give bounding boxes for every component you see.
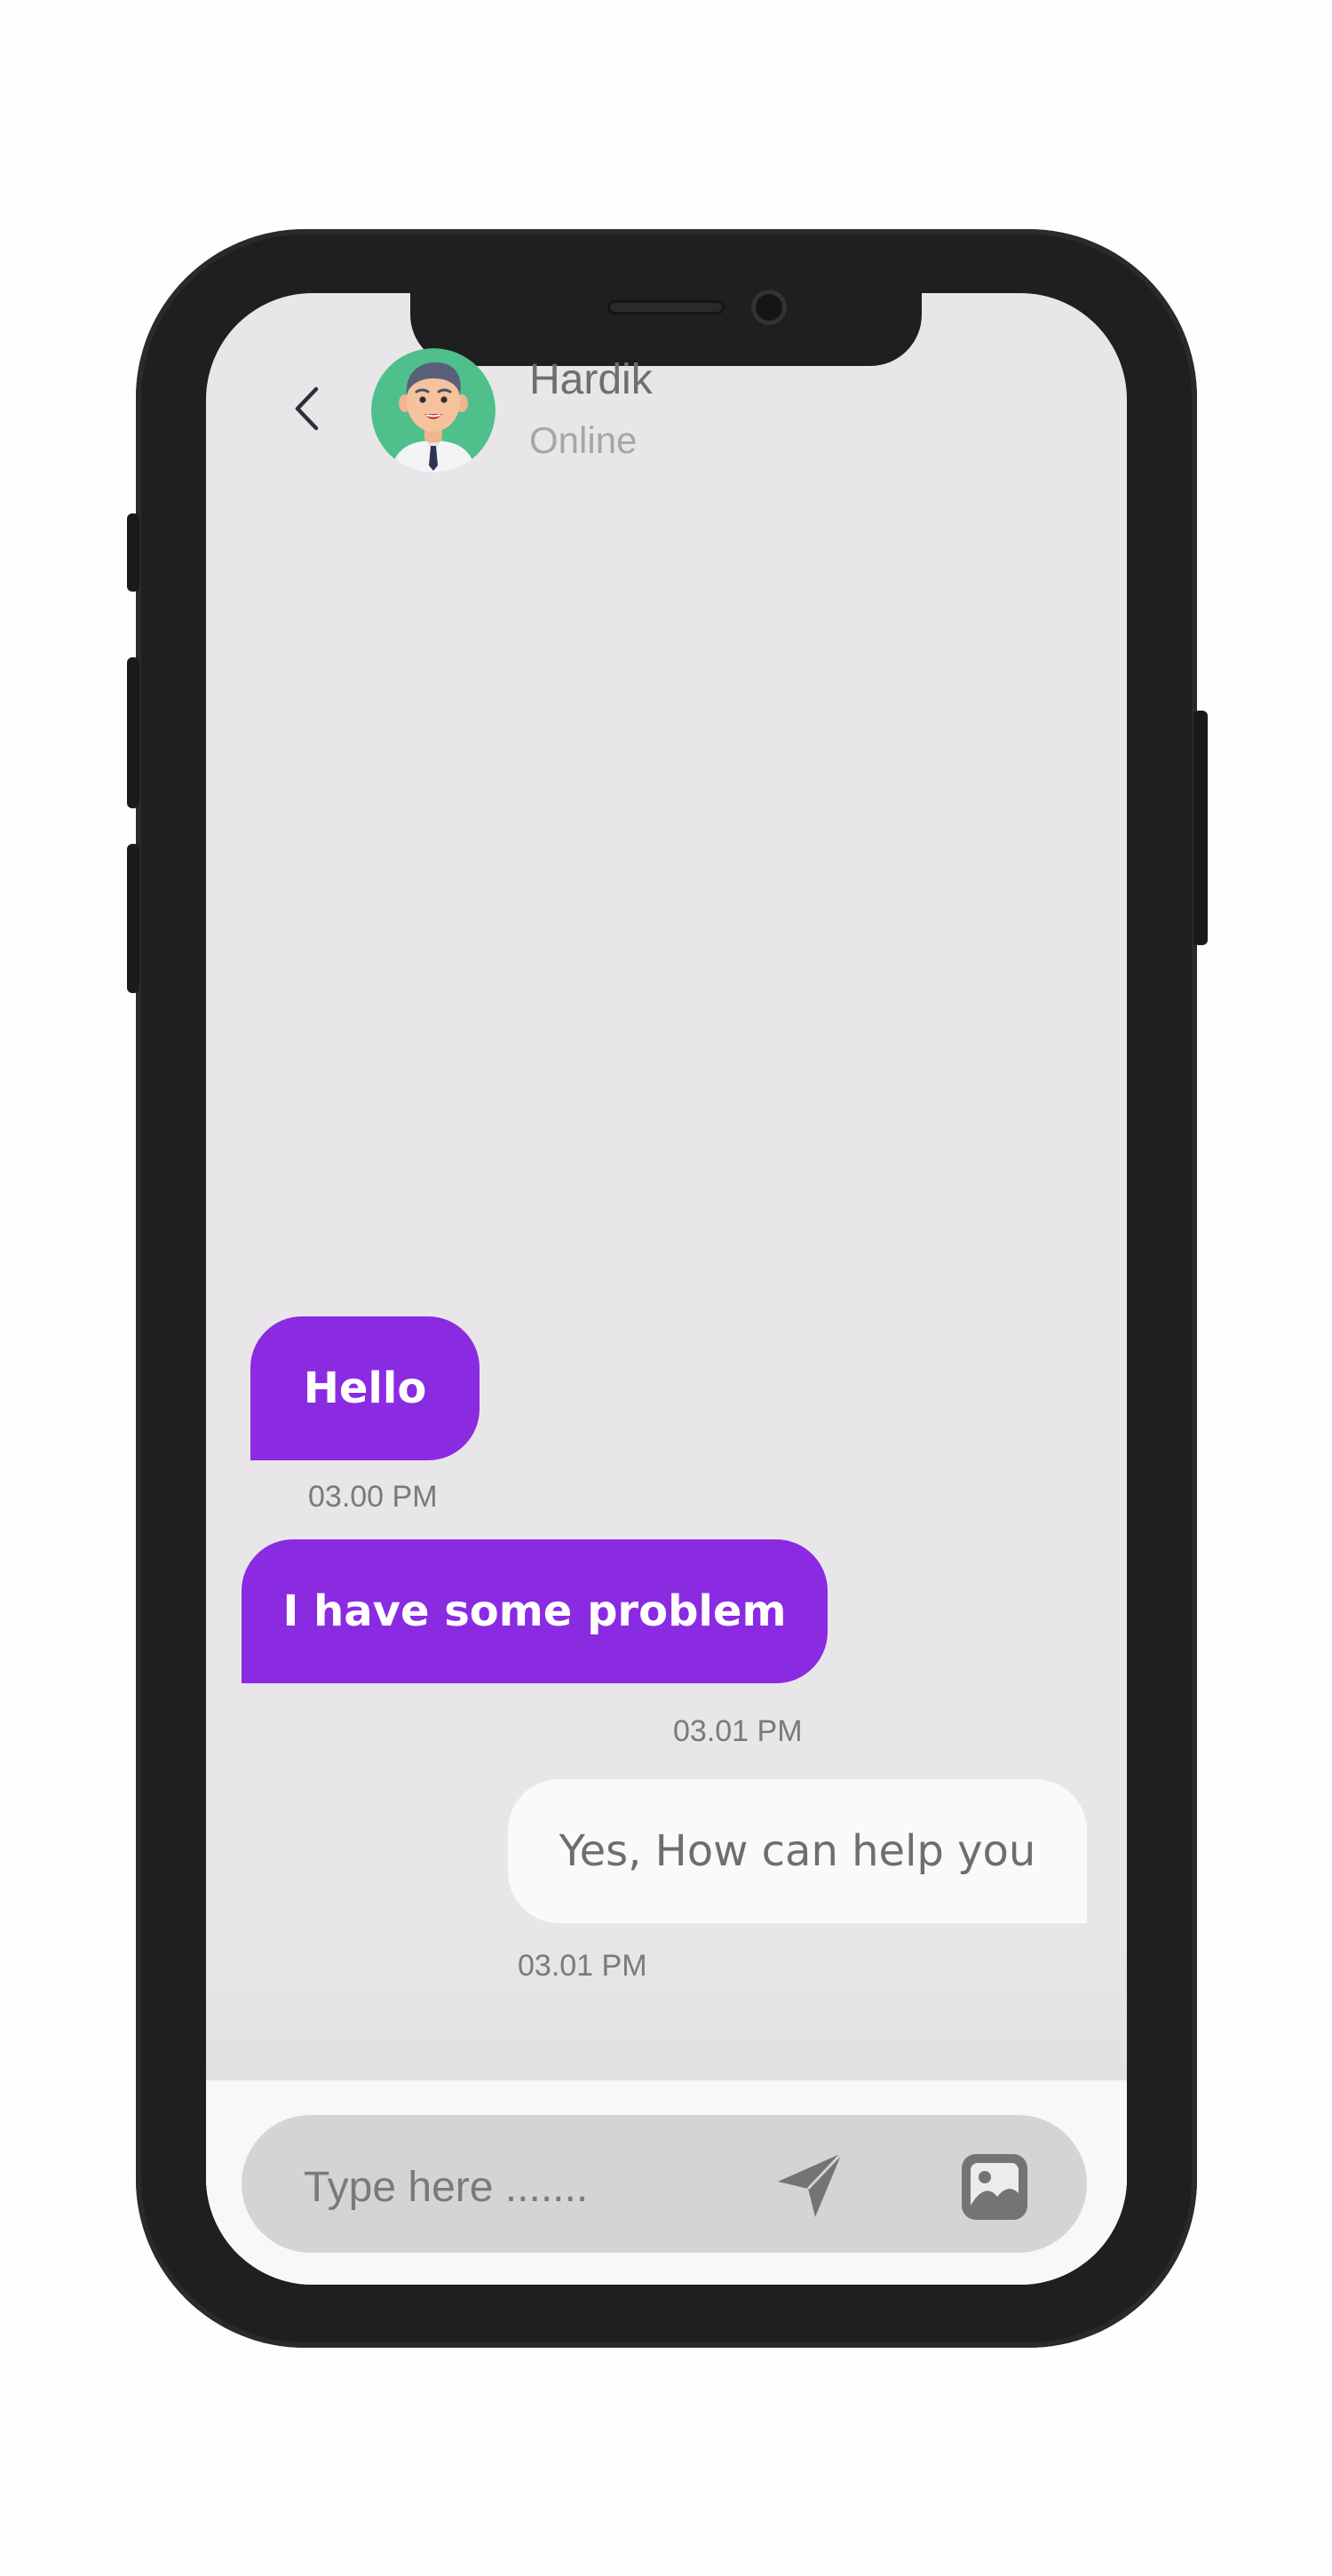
message-bubble-incoming[interactable]: I have some problem [242, 1539, 828, 1683]
contact-avatar[interactable] [371, 348, 496, 473]
mute-switch [127, 513, 139, 592]
message-bubble-outgoing[interactable]: Yes, How can help you [508, 1779, 1087, 1923]
contact-status: Online [529, 419, 638, 461]
notch [410, 284, 922, 366]
message-time: 03.00 PM [308, 1480, 438, 1514]
volume-up-button [127, 657, 139, 808]
contact-name: Hardik [529, 356, 653, 403]
send-icon [778, 2151, 844, 2217]
send-button[interactable] [773, 2148, 847, 2222]
message-input[interactable] [302, 2155, 714, 2219]
volume-down-button [127, 844, 139, 993]
earpiece-speaker [607, 300, 725, 314]
image-icon [962, 2154, 1027, 2220]
message-time: 03.01 PM [518, 1949, 647, 1983]
attach-image-button[interactable] [960, 2152, 1029, 2222]
front-camera [751, 290, 787, 325]
chevron-left-icon [295, 386, 319, 431]
message-bubble-incoming[interactable]: Hello [250, 1316, 480, 1460]
chat-screen [206, 293, 1127, 2285]
message-time: 03.01 PM [673, 1714, 803, 1748]
avatar-man-icon [371, 348, 496, 473]
power-button [1193, 711, 1208, 945]
back-button[interactable] [284, 382, 329, 435]
